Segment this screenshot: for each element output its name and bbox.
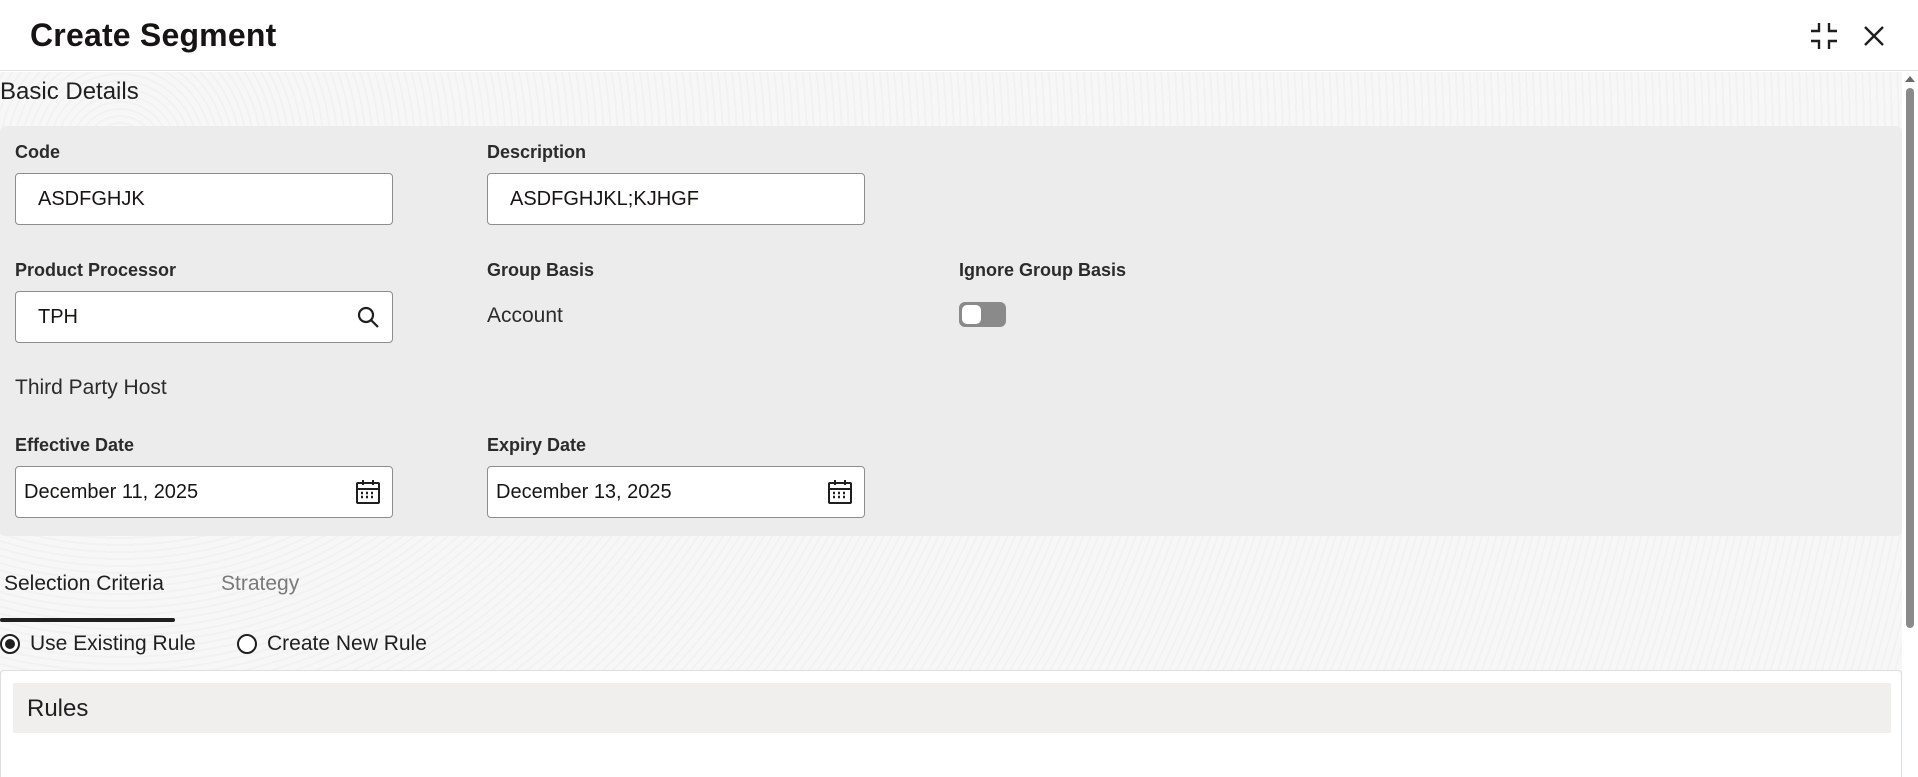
ignore-group-basis-label: Ignore Group Basis [959, 260, 1127, 280]
expiry-date-label: Expiry Date [487, 435, 587, 455]
ignore-group-basis-toggle[interactable] [959, 302, 1006, 327]
rules-section: Rules [0, 670, 1902, 777]
effective-date-label: Effective Date [15, 435, 135, 455]
tab-strategy[interactable]: Strategy [221, 572, 299, 596]
group-basis-value: Account [487, 304, 563, 327]
radio-circle [0, 634, 20, 654]
rules-title: Rules [27, 695, 89, 722]
collapse-button[interactable] [1806, 18, 1842, 54]
radio-dot [5, 639, 15, 649]
expiry-date-input[interactable]: December 13, 2025 [487, 466, 865, 518]
effective-date-input[interactable]: December 11, 2025 [15, 466, 393, 518]
product-processor-input[interactable]: TPH [15, 291, 393, 343]
product-processor-description: Third Party Host [15, 376, 167, 399]
active-tab-indicator [0, 618, 175, 622]
code-label: Code [15, 142, 60, 162]
radio-label: Use Existing Rule [30, 632, 196, 655]
dialog-title: Create Segment [30, 17, 277, 53]
calendar-icon[interactable] [344, 468, 392, 516]
close-icon [1864, 26, 1884, 46]
create-segment-dialog: Create Segment Basic Details Code ASDFGH… [0, 0, 1918, 777]
effective-date-value: December 11, 2025 [24, 480, 199, 503]
rules-header: Rules [13, 683, 1891, 733]
dialog-header: Create Segment [0, 0, 1918, 71]
basic-details-heading: Basic Details [0, 78, 139, 105]
dialog-body: Basic Details Code ASDFGHJK Description … [0, 72, 1902, 777]
radio-create-new-rule[interactable]: Create New Rule [237, 632, 427, 656]
radio-circle [237, 634, 257, 654]
toggle-knob [962, 305, 981, 324]
group-basis-label: Group Basis [487, 260, 595, 280]
scroll-up-arrow-icon[interactable] [1905, 76, 1915, 82]
vertical-scrollbar[interactable] [1902, 72, 1918, 777]
description-label: Description [487, 142, 587, 162]
description-input[interactable]: ASDFGHJKL;KJHGF [487, 173, 865, 225]
radio-label: Create New Rule [267, 632, 427, 655]
code-value: ASDFGHJK [38, 187, 145, 210]
product-processor-label: Product Processor [15, 260, 177, 280]
scroll-thumb[interactable] [1906, 88, 1914, 628]
basic-details-panel: Code ASDFGHJK Description ASDFGHJKL;KJHG… [0, 126, 1902, 536]
radio-use-existing-rule[interactable]: Use Existing Rule [0, 632, 196, 656]
code-input[interactable]: ASDFGHJK [15, 173, 393, 225]
expiry-date-value: December 13, 2025 [496, 480, 672, 503]
search-icon[interactable] [344, 293, 392, 341]
description-value: ASDFGHJKL;KJHGF [510, 187, 699, 210]
calendar-icon[interactable] [816, 468, 864, 516]
product-processor-value: TPH [38, 305, 78, 328]
collapse-icon [1811, 23, 1837, 49]
close-button[interactable] [1856, 18, 1892, 54]
tab-selection-criteria[interactable]: Selection Criteria [4, 572, 164, 596]
